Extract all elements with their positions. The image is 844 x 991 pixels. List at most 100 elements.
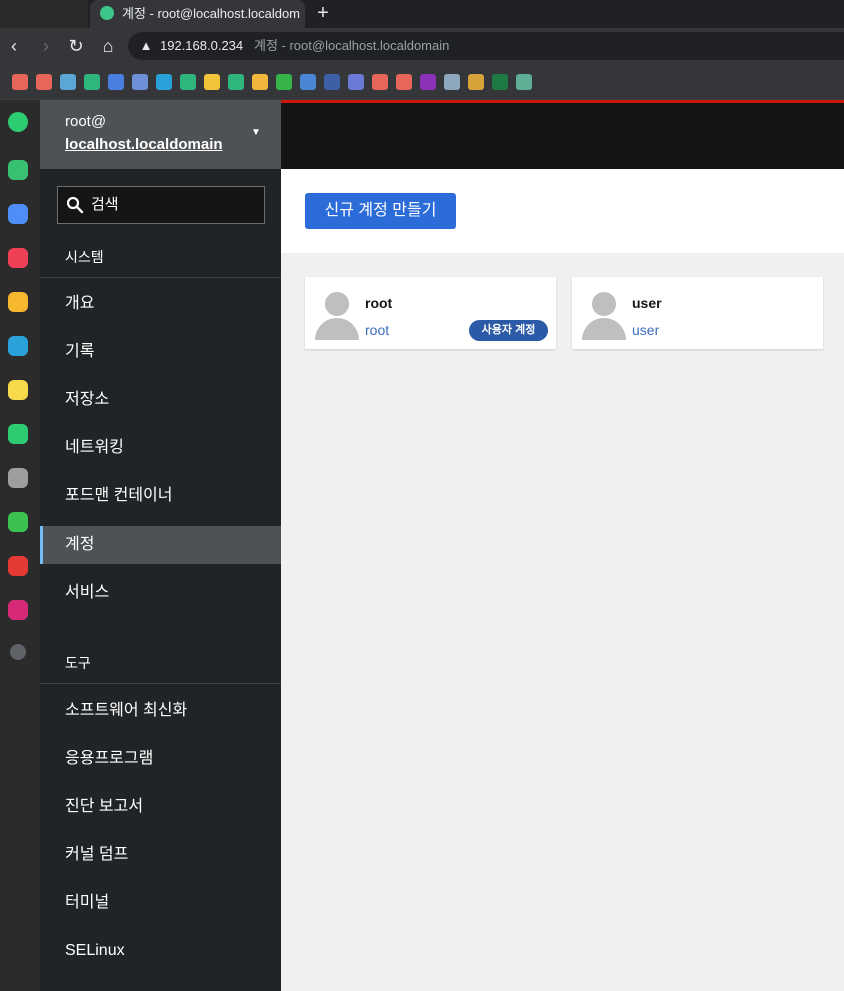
now-icon[interactable]: [8, 556, 28, 576]
bookmark-map-icon[interactable]: [228, 74, 244, 90]
tools-item-3[interactable]: 커널 덤프: [40, 836, 281, 874]
tools-item-label: SELinux: [65, 942, 125, 959]
bookmark-folder-icon[interactable]: [300, 74, 316, 90]
search-input[interactable]: 검색: [57, 186, 265, 224]
sidebar-item-label: 계정: [65, 536, 95, 553]
briefcase-icon[interactable]: [8, 204, 28, 224]
bell-icon[interactable]: [8, 160, 28, 180]
bookmark-folder-icon[interactable]: [252, 74, 268, 90]
note-icon[interactable]: [8, 380, 28, 400]
tools-item-label: 응용프로그램: [65, 750, 154, 767]
tools-item-label: 터미널: [65, 894, 110, 911]
tools-item-4[interactable]: 터미널: [40, 884, 281, 922]
user-avatar-icon: [582, 292, 626, 340]
main-content: 신규 계정 만들기 root root 사용자 계정 user user: [281, 100, 844, 991]
bookmark-bird-icon[interactable]: [60, 74, 76, 90]
sidebar-item-0[interactable]: 개요: [40, 285, 281, 323]
active-tab[interactable]: 계정 - root@localhost.localdom: [90, 0, 305, 28]
url-host: 192.168.0.234: [160, 38, 244, 53]
sidebar-item-label: 기록: [65, 343, 95, 360]
bookmark-n-icon[interactable]: [180, 74, 196, 90]
bookmark-folder-icon[interactable]: [396, 74, 412, 90]
accounts-toolbar: 신규 계정 만들기: [281, 169, 844, 253]
bookmark-n-icon[interactable]: [84, 74, 100, 90]
tools-item-2[interactable]: 진단 보고서: [40, 788, 281, 826]
avatar-body: [315, 318, 359, 340]
sidebar-item-label: 네트워킹: [65, 439, 124, 456]
sidebar-item-label: 서비스: [65, 584, 110, 601]
host-selector[interactable]: root@ localhost.localdomain ▼: [40, 100, 281, 169]
tools-item-5[interactable]: SELinux: [40, 932, 281, 970]
sidebar-item-3[interactable]: 네트워킹: [40, 429, 281, 467]
sidebar-item-6[interactable]: 서비스: [40, 574, 281, 612]
browser-tab-strip: 계정 - root@localhost.localdom +: [0, 0, 844, 28]
extension-rail: [0, 100, 40, 991]
new-tab-button[interactable]: +: [312, 2, 334, 24]
sidebar-item-label: 개요: [65, 295, 95, 312]
section-system-heading: 시스템: [65, 249, 104, 265]
section-tools-heading: 도구: [65, 655, 91, 671]
bookmark-folder-icon[interactable]: [348, 74, 364, 90]
url-page-title: 계정 - root@localhost.localdomain: [254, 38, 450, 53]
cockpit-sidebar: root@ localhost.localdomain ▼ 검색 시스템 개요기…: [40, 100, 281, 991]
tools-item-0[interactable]: 소프트웨어 최신화: [40, 692, 281, 730]
masthead: [281, 103, 844, 169]
bookmark-onenote-icon[interactable]: [420, 74, 436, 90]
cockpit-favicon-icon: [100, 6, 114, 20]
account-full-name: user: [632, 295, 662, 311]
edge-icon[interactable]: [8, 336, 28, 356]
sidebar-item-1[interactable]: 기록: [40, 333, 281, 371]
bookmark-translate-icon[interactable]: [132, 74, 148, 90]
reload-icon[interactable]: ↻: [65, 35, 87, 57]
pocket-icon[interactable]: [8, 248, 28, 268]
account-login-name[interactable]: user: [632, 322, 659, 338]
bookmark-excel-icon[interactable]: [492, 74, 508, 90]
instagram-icon[interactable]: [8, 600, 28, 620]
add-icon[interactable]: [10, 644, 26, 660]
account-card[interactable]: user user: [572, 277, 823, 349]
bookmark-edge-icon[interactable]: [156, 74, 172, 90]
bookmark-folder-icon[interactable]: [324, 74, 340, 90]
address-bar[interactable]: ▲ 192.168.0.234 계정 - root@localhost.loca…: [128, 32, 844, 60]
bookmark-grid-icon[interactable]: [468, 74, 484, 90]
face-icon[interactable]: [8, 468, 28, 488]
section-divider: [40, 277, 281, 278]
bookmark-folder-icon[interactable]: [372, 74, 388, 90]
account-card[interactable]: root root 사용자 계정: [305, 277, 556, 349]
sidebar-item-2[interactable]: 저장소: [40, 381, 281, 419]
host-name: localhost.localdomain: [65, 136, 223, 153]
browser-toolbar: ‹ › ↻ ⌂ ▲ 192.168.0.234 계정 - root@localh…: [0, 28, 844, 64]
bookmark-openai-icon[interactable]: [516, 74, 532, 90]
sidebar-item-4[interactable]: 포드맨 컨테이너: [40, 477, 281, 515]
not-secure-warning-icon[interactable]: ▲: [138, 38, 154, 54]
webtoon-icon[interactable]: [8, 512, 28, 532]
account-login-name[interactable]: root: [365, 322, 389, 338]
sidebar-item-label: 저장소: [65, 391, 110, 408]
bookmark-folder-icon[interactable]: [276, 74, 292, 90]
circle-icon[interactable]: [8, 112, 28, 132]
sidebar-item-5[interactable]: 계정: [40, 526, 281, 564]
previous-tab[interactable]: [0, 0, 88, 28]
bookmarks-bar: [0, 64, 844, 100]
tools-item-label: 진단 보고서: [65, 798, 144, 815]
bookmark-wordpress-icon[interactable]: [444, 74, 460, 90]
avatar-head: [325, 292, 349, 316]
tab-title: 계정 - root@localhost.localdom: [122, 6, 300, 21]
create-account-button[interactable]: 신규 계정 만들기: [305, 193, 456, 229]
bookmark-map-pin-icon[interactable]: [204, 74, 220, 90]
caret-down-icon[interactable]: ▼: [250, 128, 262, 138]
search-icon: [66, 196, 84, 214]
star-icon[interactable]: [8, 292, 28, 312]
bookmark-folder-icon[interactable]: [12, 74, 28, 90]
tools-item-label: 소프트웨어 최신화: [65, 702, 188, 719]
forward-arrow-icon[interactable]: ›: [35, 35, 57, 57]
play-icon[interactable]: [8, 424, 28, 444]
search-placeholder: 검색: [91, 196, 119, 213]
back-arrow-icon[interactable]: ‹: [3, 35, 25, 57]
bookmark-calendar-icon[interactable]: [108, 74, 124, 90]
bookmark-folder-icon[interactable]: [36, 74, 52, 90]
external-link-icon[interactable]: [8, 966, 28, 986]
user-avatar-icon: [315, 292, 359, 340]
home-icon[interactable]: ⌂: [97, 35, 119, 57]
tools-item-1[interactable]: 응용프로그램: [40, 740, 281, 778]
